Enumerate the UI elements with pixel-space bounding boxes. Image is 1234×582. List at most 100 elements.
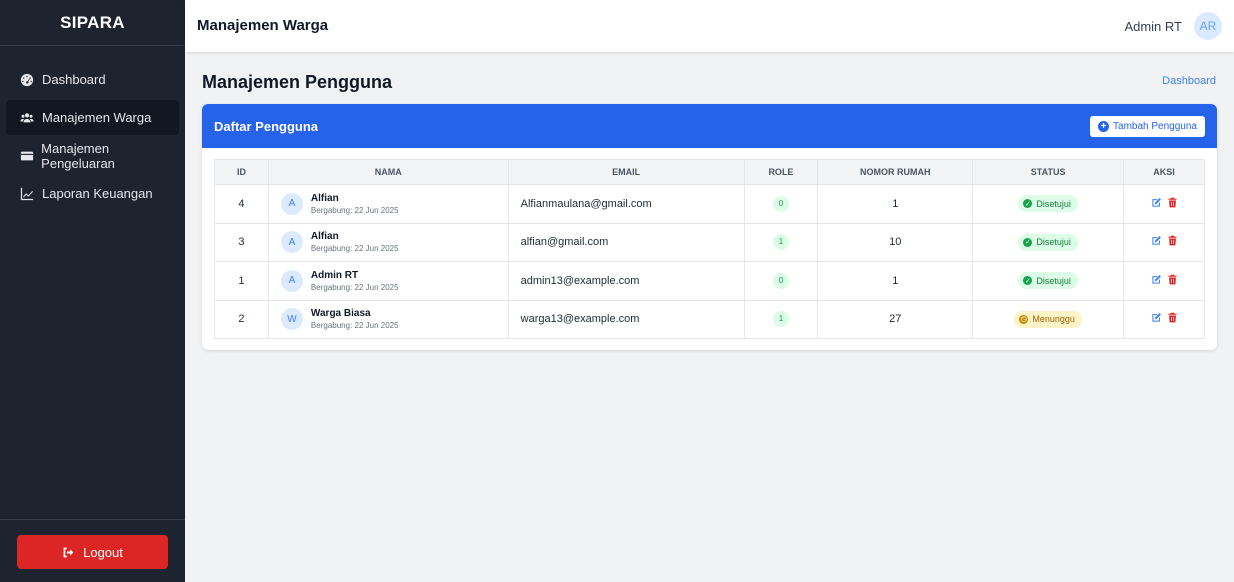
- status-label: Disetujui: [1036, 198, 1071, 209]
- table-row: 4 A Alfian Bergabung: 22 Jun 2025 Alfian…: [214, 184, 1205, 224]
- cell-actions: [1123, 261, 1205, 301]
- card-title: Daftar Pengguna: [214, 118, 319, 134]
- avatar: A: [280, 192, 303, 215]
- status-badge: ✓ Disetujui: [1018, 195, 1078, 213]
- edit-icon[interactable]: [1151, 274, 1162, 285]
- user-text: Alfian Bergabung: 22 Jun 2025: [311, 193, 399, 215]
- cell-role: 1: [743, 222, 819, 262]
- sidebar-item-laporan-keuangan[interactable]: Laporan Keuangan: [6, 176, 179, 211]
- sidebar: SIPARA Dashboard Manajemen Warga Manajem…: [0, 0, 185, 582]
- column-header-nomor-rumah[interactable]: NOMOR RUMAH: [817, 159, 974, 185]
- status-badge: ◷ Menunggu: [1014, 310, 1082, 328]
- avatar: A: [280, 231, 303, 254]
- delete-icon[interactable]: [1167, 312, 1178, 323]
- user-text: Admin RT Bergabung: 22 Jun 2025: [311, 270, 399, 292]
- user-info: A Alfian Bergabung: 22 Jun 2025: [280, 192, 508, 215]
- user-name: Alfian: [310, 192, 339, 204]
- cell-status: ◷ Menunggu: [972, 299, 1125, 339]
- plus-circle-icon: +: [1098, 120, 1110, 132]
- column-header-id[interactable]: ID: [214, 159, 269, 185]
- cell-role: 0: [743, 261, 819, 301]
- cell-status: ✓ Disetujui: [972, 222, 1125, 262]
- edit-icon[interactable]: [1151, 235, 1162, 246]
- cell-email: Alfianmaulana@gmail.com: [507, 184, 745, 224]
- joined-date: Bergabung: 22 Jun 2025: [310, 205, 399, 215]
- logout-section: Logout: [0, 519, 185, 582]
- brand-logo[interactable]: SIPARA: [0, 0, 185, 46]
- wallet-icon: [19, 148, 34, 164]
- role-badge: 0: [772, 272, 789, 289]
- logout-icon: [63, 547, 74, 557]
- table-row: 1 A Admin RT Bergabung: 22 Jun 2025 admi…: [214, 261, 1205, 301]
- check-circle-icon: ✓: [1023, 276, 1033, 286]
- joined-date: Bergabung: 22 Jun 2025: [310, 282, 399, 292]
- cell-house-number: 1: [817, 261, 974, 301]
- row-actions: [1151, 274, 1178, 285]
- table-row: 2 W Warga Biasa Bergabung: 22 Jun 2025 w…: [214, 299, 1205, 339]
- chart-line-icon: [19, 186, 35, 202]
- logout-button[interactable]: Logout: [17, 535, 168, 569]
- avatar: A: [280, 269, 303, 292]
- user-name: Warga Biasa: [310, 308, 371, 320]
- sidebar-item-dashboard[interactable]: Dashboard: [6, 62, 179, 97]
- logout-label: Logout: [83, 544, 123, 560]
- cell-house-number: 27: [817, 299, 974, 339]
- role-badge: 0: [772, 195, 789, 212]
- cell-actions: [1123, 184, 1205, 224]
- status-badge: ✓ Disetujui: [1018, 233, 1078, 251]
- table-header-row: ID NAMA EMAIL ROLE NOMOR RUMAH STATUS AK…: [214, 159, 1205, 185]
- sidebar-item-label: Manajemen Warga: [42, 110, 152, 125]
- status-label: Disetujui: [1036, 275, 1071, 286]
- column-header-role[interactable]: ROLE: [743, 159, 819, 185]
- sidebar-item-label: Manajemen Pengeluaran: [41, 140, 115, 171]
- cell-name: A Alfian Bergabung: 22 Jun 2025: [267, 184, 509, 224]
- joined-date: Bergabung: 22 Jun 2025: [310, 321, 399, 331]
- user-list-card: Daftar Pengguna + Tambah Pengguna ID NAM…: [202, 104, 1217, 350]
- add-user-label: Tambah Pengguna: [1113, 120, 1197, 132]
- user-text: Warga Biasa Bergabung: 22 Jun 2025: [311, 308, 399, 330]
- status-label: Disetujui: [1036, 237, 1071, 248]
- user-name[interactable]: Admin RT: [1124, 19, 1182, 34]
- edit-icon[interactable]: [1151, 197, 1162, 208]
- sidebar-item-manajemen-pengeluaran[interactable]: Manajemen Pengeluaran: [6, 138, 179, 173]
- row-actions: [1151, 197, 1178, 208]
- column-header-nama[interactable]: NAMA: [267, 159, 509, 185]
- avatar[interactable]: AR: [1194, 12, 1222, 40]
- cell-name: A Admin RT Bergabung: 22 Jun 2025: [267, 261, 509, 301]
- user-name: Alfian: [310, 231, 339, 243]
- add-user-button[interactable]: + Tambah Pengguna: [1090, 115, 1205, 137]
- sidebar-nav: Dashboard Manajemen Warga Manajemen Peng…: [0, 46, 185, 211]
- users-table: ID NAMA EMAIL ROLE NOMOR RUMAH STATUS AK…: [214, 159, 1205, 339]
- delete-icon[interactable]: [1167, 274, 1178, 285]
- status-badge: ✓ Disetujui: [1018, 272, 1078, 290]
- table-row: 3 A Alfian Bergabung: 22 Jun 2025 alfian…: [214, 222, 1205, 262]
- sidebar-item-label: Laporan Keuangan: [42, 186, 153, 201]
- cell-actions: [1123, 299, 1205, 339]
- cell-actions: [1123, 222, 1205, 262]
- edit-icon[interactable]: [1151, 312, 1162, 323]
- delete-icon[interactable]: [1167, 197, 1178, 208]
- cell-house-number: 1: [817, 184, 974, 224]
- joined-date: Bergabung: 22 Jun 2025: [310, 244, 399, 254]
- cell-id: 1: [214, 261, 269, 301]
- sidebar-item-label: Dashboard: [42, 72, 106, 87]
- check-circle-icon: ✓: [1023, 237, 1033, 247]
- cell-role: 0: [743, 184, 819, 224]
- breadcrumb-dashboard-link[interactable]: Dashboard: [1162, 75, 1216, 87]
- cell-name: A Alfian Bergabung: 22 Jun 2025: [267, 222, 509, 262]
- page-title: Manajemen Pengguna: [202, 72, 393, 92]
- cell-name: W Warga Biasa Bergabung: 22 Jun 2025: [267, 299, 509, 339]
- status-label: Menunggu: [1032, 314, 1075, 325]
- dashboard-icon: [19, 72, 35, 88]
- delete-icon[interactable]: [1167, 235, 1178, 246]
- cell-id: 4: [214, 184, 269, 224]
- card-header: Daftar Pengguna + Tambah Pengguna: [202, 104, 1217, 148]
- user-info: A Admin RT Bergabung: 22 Jun 2025: [280, 269, 508, 292]
- column-header-status[interactable]: STATUS: [972, 159, 1125, 185]
- avatar: W: [280, 308, 303, 331]
- column-header-email[interactable]: EMAIL: [507, 159, 745, 185]
- sidebar-item-manajemen-warga[interactable]: Manajemen Warga: [6, 100, 179, 135]
- column-header-aksi: AKSI: [1123, 159, 1205, 185]
- check-circle-icon: ✓: [1023, 199, 1033, 209]
- users-icon: [19, 110, 35, 126]
